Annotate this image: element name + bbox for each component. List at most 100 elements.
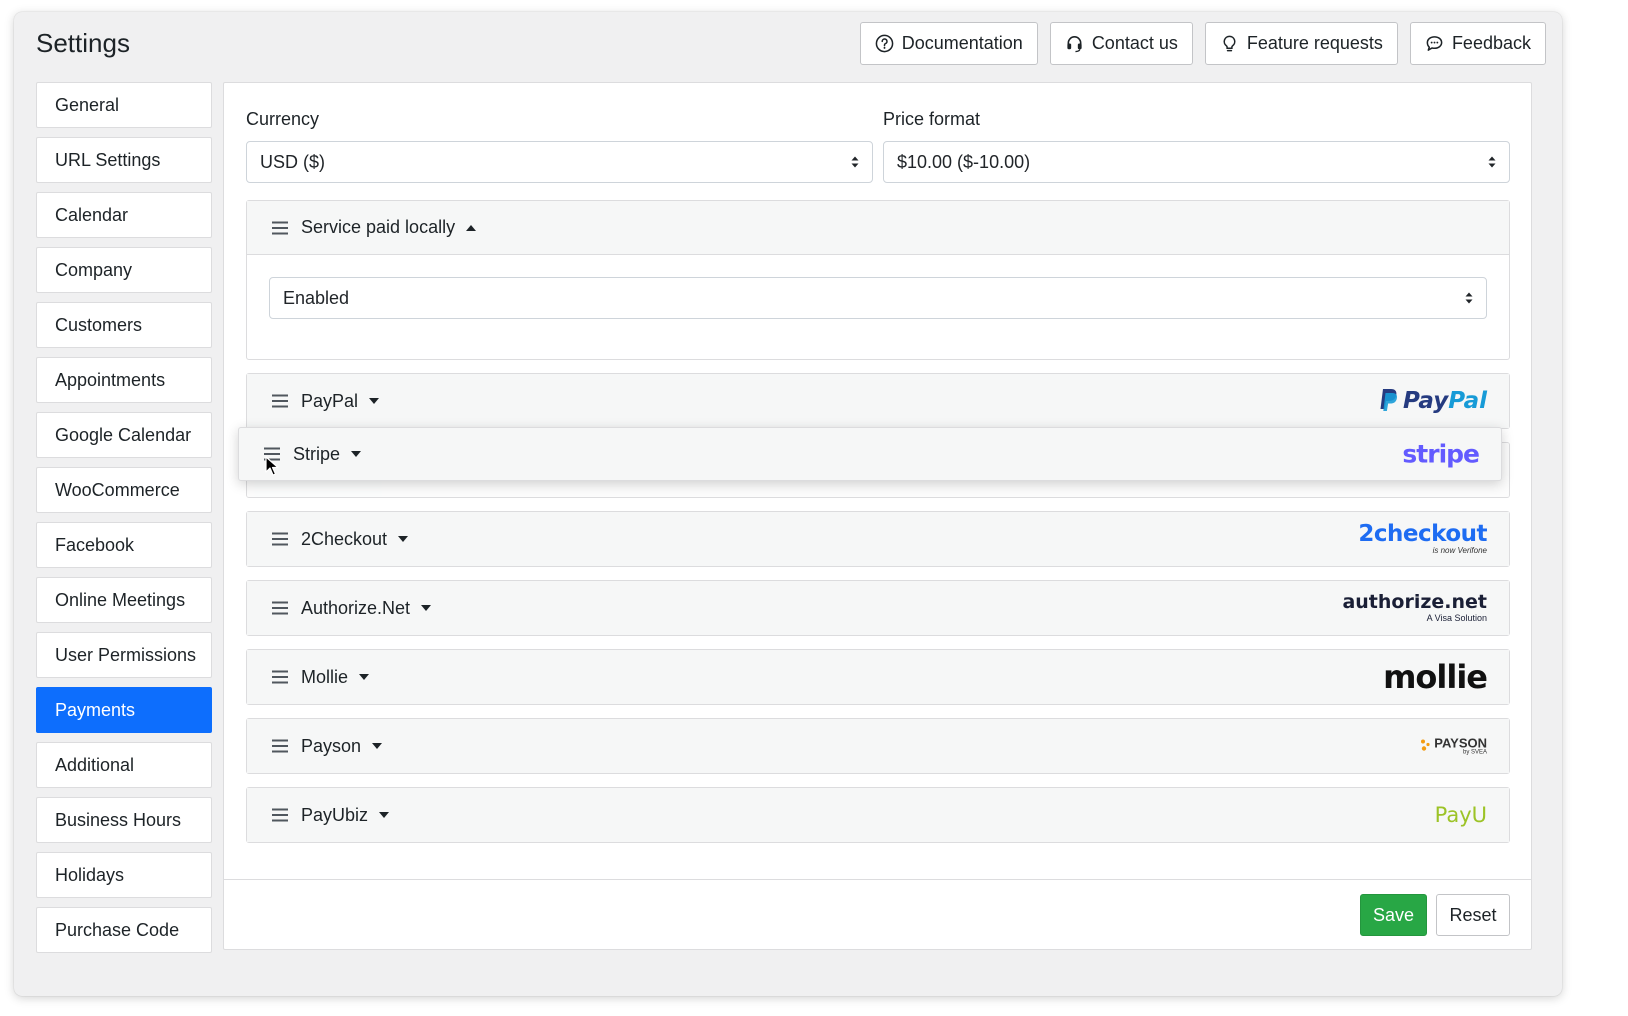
authorize-net-logo: authorize.net A Visa Solution <box>1342 593 1487 623</box>
contact-us-label: Contact us <box>1091 33 1178 53</box>
caret-down-icon <box>372 743 383 749</box>
gateway-stripe-name: Stripe <box>293 443 341 464</box>
2checkout-logo-sub: is now Verifone <box>1432 546 1487 555</box>
sidebar-item-general[interactable]: General <box>36 82 212 128</box>
sidebar-item-customers[interactable]: Customers <box>36 302 212 348</box>
contact-us-button[interactable]: Contact us <box>1049 22 1193 65</box>
reset-button[interactable]: Reset <box>1436 894 1510 936</box>
chat-icon <box>1426 36 1443 51</box>
gateway-payubiz-header[interactable]: PayUbiz PayU <box>247 788 1509 842</box>
sidebar-item-user-permissions[interactable]: User Permissions <box>36 632 212 678</box>
drag-handle-icon[interactable] <box>271 221 289 235</box>
feature-requests-button[interactable]: Feature requests <box>1204 22 1398 65</box>
settings-sidebar: General URL Settings Calendar Company Cu… <box>36 82 212 962</box>
gateway-authorize-net: Authorize.Net authorize.net A Visa Solut… <box>246 580 1510 636</box>
sidebar-item-url-settings[interactable]: URL Settings <box>36 137 212 183</box>
authorize-net-logo-text: authorize.net <box>1342 591 1487 613</box>
select-arrows-icon <box>1465 292 1473 304</box>
service-paid-locally-title: Service paid locally <box>301 217 456 237</box>
currency-value: USD ($) <box>260 151 326 172</box>
payu-logo: PayU <box>1434 803 1487 827</box>
caret-down-icon <box>359 674 370 680</box>
caret-up-icon <box>466 224 477 231</box>
service-paid-locally-header[interactable]: Service paid locally <box>247 201 1509 255</box>
sidebar-item-appointments[interactable]: Appointments <box>36 357 212 403</box>
paypal-mark-icon <box>1380 389 1398 411</box>
sidebar-item-online-meetings[interactable]: Online Meetings <box>36 577 212 623</box>
gateway-mollie-name: Mollie <box>301 666 349 687</box>
gateway-mollie: Mollie mollie <box>246 649 1510 705</box>
drag-handle-icon[interactable] <box>271 601 289 615</box>
gateway-mollie-header[interactable]: Mollie mollie <box>247 650 1509 704</box>
footer-divider <box>224 879 1531 880</box>
settings-window: Settings Documentation Contact us Featur… <box>14 12 1562 996</box>
gateway-payubiz: PayUbiz PayU <box>246 787 1510 843</box>
sidebar-item-additional[interactable]: Additional <box>36 742 212 788</box>
currency-select[interactable]: USD ($) <box>246 141 873 183</box>
payson-logo-text: PAYSON <box>1434 735 1487 751</box>
stripe-logo: stripe <box>1402 439 1480 469</box>
service-paid-locally-panel: Service paid locally Enabled <box>246 200 1510 360</box>
drag-handle-icon[interactable] <box>271 394 289 408</box>
sidebar-item-google-calendar[interactable]: Google Calendar <box>36 412 212 458</box>
lightbulb-icon <box>1223 35 1236 52</box>
caret-down-icon <box>351 451 362 457</box>
payson-logo: PAYSON by SVEA <box>1420 737 1487 756</box>
question-circle-icon <box>875 34 894 53</box>
headset-icon <box>1067 36 1082 53</box>
sidebar-item-purchase-code[interactable]: Purchase Code <box>36 907 212 953</box>
gateway-paypal-name: PayPal <box>301 390 359 411</box>
gateway-authorize-net-header[interactable]: Authorize.Net authorize.net A Visa Solut… <box>247 581 1509 635</box>
payments-panel: Currency USD ($) Price format $10.00 ($-… <box>223 82 1532 950</box>
gateway-paypal: PayPal PayPal <box>246 373 1510 429</box>
gateway-paypal-header[interactable]: PayPal PayPal <box>247 374 1509 428</box>
currency-label: Currency <box>246 109 320 129</box>
sidebar-item-facebook[interactable]: Facebook <box>36 522 212 568</box>
2checkout-logo-text: 2checkout <box>1358 521 1487 547</box>
caret-down-icon <box>379 812 390 818</box>
feature-requests-label: Feature requests <box>1246 33 1383 53</box>
documentation-label: Documentation <box>901 33 1023 53</box>
price-format-value: $10.00 ($-10.00) <box>897 151 1031 172</box>
drag-handle-icon[interactable] <box>271 808 289 822</box>
caret-down-icon <box>369 398 380 404</box>
paypal-logo: PayPal <box>1377 388 1487 414</box>
sidebar-item-woocommerce[interactable]: WooCommerce <box>36 467 212 513</box>
caret-down-icon <box>421 605 432 611</box>
select-arrows-icon <box>1488 156 1496 168</box>
gateway-2checkout-header[interactable]: 2Checkout 2checkout is now Verifone <box>247 512 1509 566</box>
drag-handle-icon[interactable] <box>271 532 289 546</box>
gateway-2checkout-name: 2Checkout <box>301 528 388 549</box>
sidebar-item-company[interactable]: Company <box>36 247 212 293</box>
2checkout-logo: 2checkout is now Verifone <box>1358 523 1487 555</box>
documentation-button[interactable]: Documentation <box>859 22 1038 65</box>
paypal-logo-text: Pal <box>1448 388 1487 414</box>
sidebar-item-business-hours[interactable]: Business Hours <box>36 797 212 843</box>
gateway-payubiz-name: PayUbiz <box>301 804 369 825</box>
service-paid-locally-status: Enabled <box>283 287 350 308</box>
sidebar-item-payments[interactable]: Payments <box>36 687 212 733</box>
drag-handle-icon[interactable] <box>271 670 289 684</box>
price-format-label: Price format <box>883 109 981 129</box>
caret-down-icon <box>398 536 409 542</box>
gateway-stripe-dragging[interactable]: Stripe stripe <box>238 427 1502 481</box>
feedback-label: Feedback <box>1451 33 1531 53</box>
sidebar-item-holidays[interactable]: Holidays <box>36 852 212 898</box>
page-title: Settings <box>36 28 130 58</box>
top-buttons: Documentation Contact us Feature request… <box>859 22 1546 65</box>
gateway-payson-header[interactable]: Payson PAYSON by SVEA <box>247 719 1509 773</box>
select-arrows-icon <box>851 156 859 168</box>
price-format-select[interactable]: $10.00 ($-10.00) <box>883 141 1510 183</box>
feedback-button[interactable]: Feedback <box>1409 22 1546 65</box>
mouse-cursor-icon <box>265 456 279 476</box>
gateway-payson-name: Payson <box>301 735 362 756</box>
drag-handle-icon[interactable] <box>271 739 289 753</box>
save-button[interactable]: Save <box>1360 894 1427 936</box>
gateway-payson: Payson PAYSON by SVEA <box>246 718 1510 774</box>
sidebar-item-calendar[interactable]: Calendar <box>36 192 212 238</box>
mollie-logo: mollie <box>1383 658 1488 696</box>
service-paid-locally-status-select[interactable]: Enabled <box>269 277 1487 319</box>
authorize-net-logo-sub: A Visa Solution <box>1426 613 1487 623</box>
gateway-authorize-net-name: Authorize.Net <box>301 597 411 618</box>
payson-dots-icon <box>1421 739 1430 751</box>
